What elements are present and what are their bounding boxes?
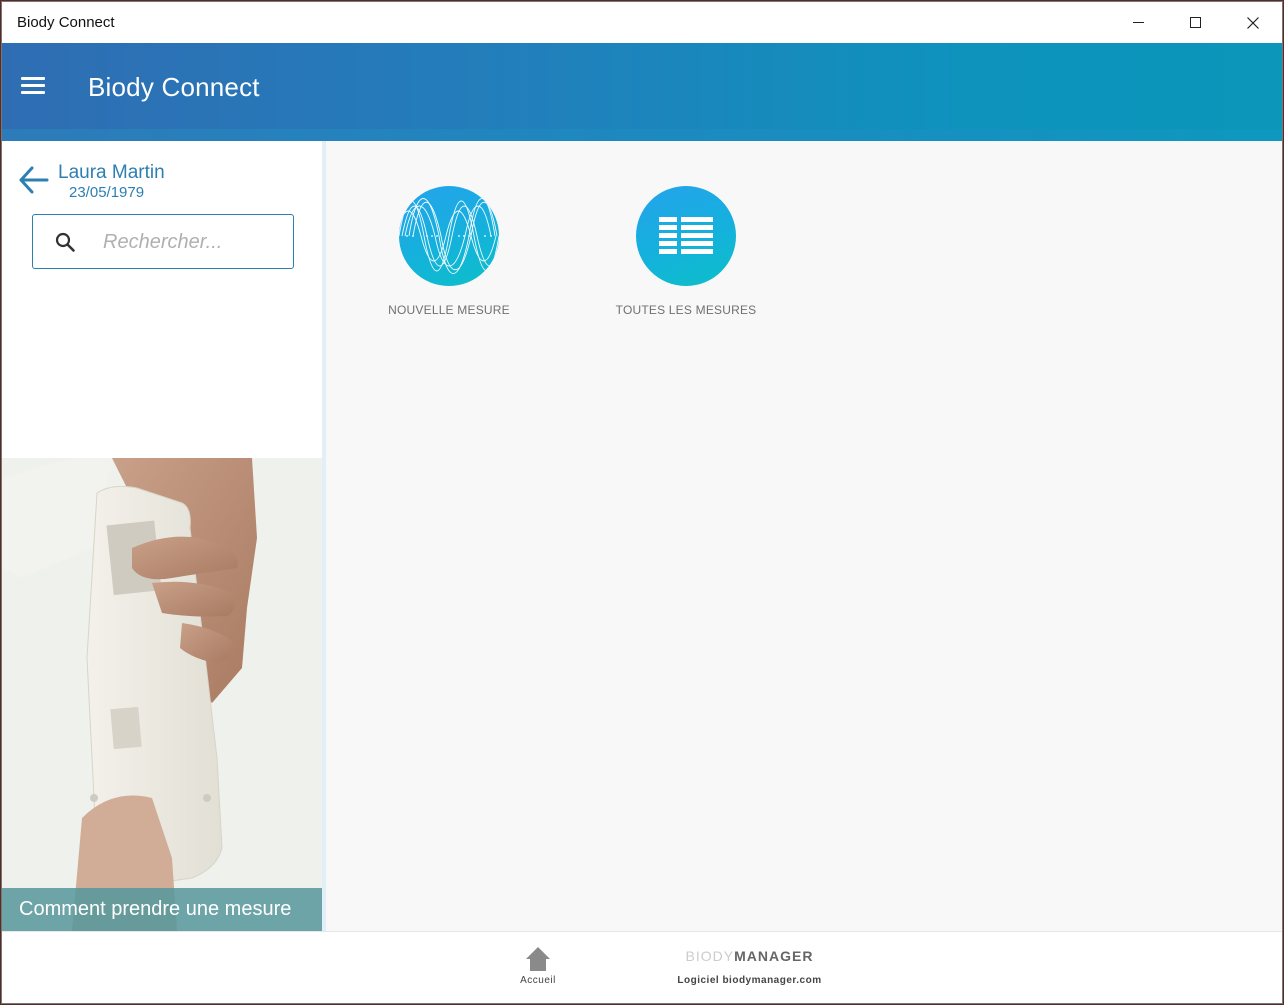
all-measurements-button[interactable] [636, 186, 736, 286]
wave-icon [399, 198, 499, 274]
minimize-button[interactable] [1110, 2, 1167, 43]
title-bar: Biody Connect [2, 2, 1282, 43]
window-title: Biody Connect [17, 14, 115, 31]
search-icon [55, 232, 75, 252]
brand-logo-dark: MANAGER [734, 948, 814, 964]
sidebar: Laura Martin 23/05/1979 Rechercher... Co… [2, 141, 322, 931]
hamburger-icon-line [21, 91, 45, 94]
maximize-button[interactable] [1167, 2, 1224, 43]
hamburger-icon [21, 77, 45, 80]
list-icon [659, 217, 713, 254]
search-input[interactable] [103, 227, 283, 257]
patient-birthdate: 23/05/1979 [69, 184, 145, 201]
new-measurement-button[interactable] [399, 186, 499, 286]
maximize-icon [1190, 17, 1201, 28]
main-content: NOUVELLE MESURE TOUTES LES MESURES [326, 141, 1282, 931]
app-title: Biody Connect [88, 72, 260, 102]
brand-logo-light: BIODY [685, 948, 735, 964]
app-header: Biody Connect [2, 43, 1282, 141]
footer: Accueil BIODYMANAGER Logiciel biodymanag… [2, 931, 1282, 1003]
hamburger-icon-line [21, 84, 45, 87]
help-caption: Comment prendre une mesure [2, 888, 322, 931]
patient-name: Laura Martin [58, 162, 165, 183]
all-measurements-tile[interactable]: TOUTES LES MESURES [601, 141, 771, 317]
home-button[interactable]: Accueil [508, 946, 568, 992]
menu-button[interactable] [21, 77, 45, 95]
biodymanager-logo: BIODYMANAGER [662, 948, 837, 964]
how-to-measure-card[interactable]: Comment prendre une mesure [2, 458, 322, 931]
search-box [32, 214, 294, 269]
close-button[interactable] [1224, 2, 1281, 43]
close-icon [1246, 16, 1259, 29]
minimize-icon [1133, 22, 1144, 23]
new-measurement-label: NOUVELLE MESURE [388, 303, 510, 317]
header-strip [2, 129, 1282, 141]
all-measurements-label: TOUTES LES MESURES [615, 303, 757, 317]
biodymanager-link[interactable]: Logiciel biodymanager.com [662, 975, 837, 986]
app-window: Biody Connect Biody Connect Laura Martin… [1, 1, 1283, 1004]
brand-block: BIODYMANAGER Logiciel biodymanager.com [662, 948, 837, 986]
home-icon [526, 947, 550, 971]
home-label: Accueil [520, 975, 556, 986]
device-in-hand-image [2, 458, 322, 931]
back-arrow-icon[interactable] [17, 164, 49, 196]
new-measurement-tile[interactable]: NOUVELLE MESURE [364, 141, 534, 317]
